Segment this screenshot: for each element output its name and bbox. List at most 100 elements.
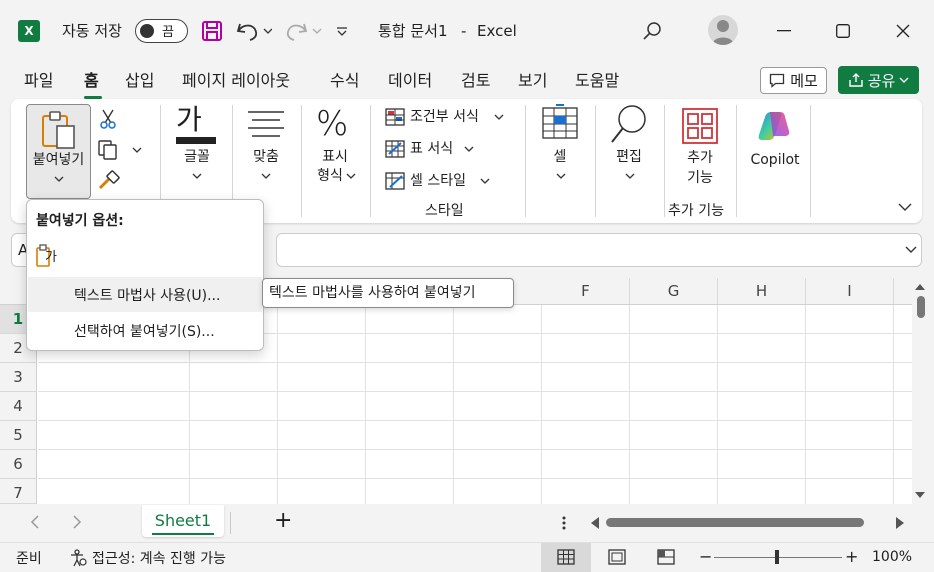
chevron-down-icon [261,172,271,180]
add-sheet-button[interactable]: + [274,508,292,534]
scroll-right-icon[interactable] [895,517,905,529]
add-ins-group-title: 추가 기능 [668,203,724,219]
gridline [365,305,366,504]
ribbon-separator [664,105,665,217]
maximize-button[interactable] [823,14,863,48]
sheet-next-icon[interactable] [72,515,82,529]
tab-view[interactable]: 보기 [518,70,547,92]
tab-data[interactable]: 데이터 [388,70,432,92]
gridline [38,478,912,479]
cells-icon[interactable] [542,104,578,140]
chevron-down-icon [625,172,635,180]
paste-options-title: 붙여넣기 옵션: [36,213,124,229]
status-mode: 준비 [16,551,42,567]
cells-label: 셀 [553,149,567,165]
zoom-level[interactable]: 100% [872,549,912,565]
column-header-i[interactable]: I [806,278,894,305]
ribbon-expand-icon[interactable] [898,202,912,212]
cell-style-icon [385,172,405,190]
page-layout-view-icon[interactable] [608,549,626,565]
zoom-slider-thumb[interactable] [775,550,779,564]
customize-toolbar-icon[interactable] [332,20,352,42]
share-button[interactable]: 공유 [838,66,919,94]
scroll-down-icon[interactable] [915,491,925,499]
redo-icon[interactable] [283,17,323,45]
zoom-out-button[interactable]: − [699,547,712,566]
memo-label: 메모 [790,72,818,90]
copilot-label: Copilot [750,152,800,168]
tab-formulas[interactable]: 수식 [330,70,359,92]
avatar[interactable] [708,15,738,45]
tab-help[interactable]: 도움말 [575,70,619,92]
conditional-format-button[interactable]: 조건부 서식 [410,107,479,127]
tooltip: 텍스트 마법사를 사용하여 붙여넣기 [262,278,514,308]
gridline [805,305,806,504]
horizontal-scroll-thumb[interactable] [606,518,864,527]
cell-style-button[interactable]: 셀 스타일 [410,171,466,191]
row-header-4[interactable]: 4 [0,392,37,421]
formula-input[interactable] [276,233,922,267]
copilot-icon[interactable] [756,108,792,144]
chevron-down-icon [346,172,356,180]
add-ins-icon[interactable] [682,108,718,144]
search-edit-icon[interactable] [610,104,648,144]
undo-icon[interactable] [233,17,273,45]
paste-special-menu-item[interactable]: 선택하여 붙여넣기(S)... [74,321,215,341]
clipboard-icon [40,110,78,150]
column-header-h[interactable]: H [718,278,806,305]
column-header-g[interactable]: G [630,278,718,305]
text-wizard-menu-item[interactable]: 텍스트 마법사 사용(U)... [74,285,220,305]
comment-icon [770,73,785,88]
autosave-toggle[interactable]: 끔 [135,19,188,43]
share-label: 공유 [867,71,896,90]
zoom-in-button[interactable]: + [845,547,858,566]
page-break-view-icon[interactable] [657,549,675,565]
row-header-3[interactable]: 3 [0,363,37,392]
tab-insert[interactable]: 삽입 [125,70,154,92]
gridline [38,420,912,421]
paste-text-only-option[interactable]: 가 [36,244,62,270]
normal-view-icon[interactable] [557,549,575,565]
tab-page-layout[interactable]: 페이지 레이아웃 [182,70,290,92]
font-icon[interactable]: 가 [176,104,202,136]
gridline [541,305,542,504]
row-header-6[interactable]: 6 [0,450,37,479]
sheet-prev-icon[interactable] [30,515,40,529]
active-sheet-indicator [152,533,214,535]
accessibility-icon[interactable] [69,549,87,567]
save-icon[interactable] [199,17,225,45]
row-header-7[interactable]: 7 [0,479,37,504]
chevron-down-icon [464,145,474,153]
more-options-icon[interactable] [561,515,567,531]
tab-home[interactable]: 홈 [84,70,99,92]
tab-review[interactable]: 검토 [461,70,490,92]
scroll-left-icon[interactable] [590,517,600,529]
autosave-label: 자동 저장 [62,22,122,40]
alignment-icon[interactable] [247,110,285,138]
scroll-up-icon[interactable] [915,283,925,291]
gridline [38,449,912,450]
gridline [893,305,894,504]
autosave-state: 끔 [162,25,174,40]
minimize-button[interactable] [764,14,804,48]
table-format-button[interactable]: 표 서식 [410,139,453,159]
search-icon[interactable] [639,18,665,44]
copy-icon[interactable] [97,139,143,161]
chevron-down-icon [556,172,566,180]
chevron-down-icon[interactable] [905,246,917,254]
memo-button[interactable]: 메모 [760,67,827,94]
chevron-down-icon [54,175,64,183]
editing-label: 편집 [616,149,642,165]
format-painter-icon[interactable] [97,170,121,192]
alignment-label: 맞춤 [253,149,279,165]
app-name: Excel [477,22,517,40]
accessibility-status[interactable]: 접근성: 계속 진행 가능 [92,548,226,568]
percent-icon[interactable]: % [316,104,348,144]
row-header-5[interactable]: 5 [0,421,37,450]
title-separator: - [461,22,467,40]
column-header-f[interactable]: F [542,278,630,305]
cut-icon[interactable] [98,108,118,130]
close-button[interactable] [883,14,923,48]
tab-file[interactable]: 파일 [24,70,53,92]
vertical-scroll-thumb[interactable] [917,296,925,318]
